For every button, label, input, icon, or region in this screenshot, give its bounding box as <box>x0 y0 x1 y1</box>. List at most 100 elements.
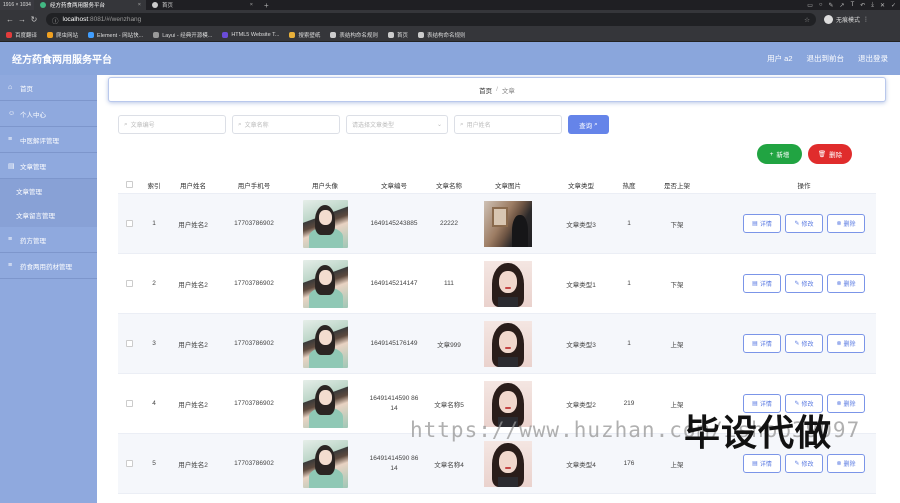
search-icon: ⌕ <box>124 120 128 128</box>
edit-button[interactable]: ✎ 修改 <box>785 214 823 233</box>
cell-index: 3 <box>152 340 156 347</box>
edit-button[interactable]: ✎ 修改 <box>785 454 823 473</box>
delete-button[interactable]: ⊗ 删除 <box>827 214 865 233</box>
table-row: 1 用户姓名2 17703786902 1649145243885 22222 文章类型3… <box>118 194 876 254</box>
sidebar-item-profile[interactable]: ☺ 个人中心 <box>0 101 97 127</box>
sidebar-subitem-comments[interactable]: 文章留言管理 <box>0 203 97 227</box>
browser-tab[interactable]: 首页 × <box>146 0 258 10</box>
edit-icon: ✎ <box>794 281 800 287</box>
sidebar-item-label: 个人中心 <box>20 111 46 119</box>
avatar[interactable] <box>302 439 348 488</box>
close-icon[interactable]: ✕ <box>880 2 885 9</box>
forward-icon[interactable]: → <box>16 15 28 24</box>
article-image[interactable] <box>484 440 532 487</box>
text-icon[interactable]: T <box>851 2 855 9</box>
bookmark-item[interactable]: 表结构命名规则 <box>330 31 378 39</box>
cell-ops: ▤ 详情 ✎ 修改 ⊗ 删除 <box>712 454 896 473</box>
bookmark-icon <box>222 32 229 38</box>
back-icon[interactable]: ← <box>4 15 16 24</box>
cell-avatar <box>290 379 360 428</box>
user-name-input[interactable]: ⌕ 用户姓名 <box>454 115 562 134</box>
detail-button[interactable]: ▤ 详情 <box>743 334 781 353</box>
cell-article-type: 文章类型3 <box>566 221 596 229</box>
address-bar-row: ← → ↻ ⓘ localhost :8081/#/wenzhang ☆ 无痕模… <box>0 10 900 29</box>
avatar[interactable] <box>302 379 348 428</box>
reload-icon[interactable]: ↻ <box>28 15 40 24</box>
delete-button[interactable]: ⊗ 删除 <box>827 394 865 413</box>
rectangle-icon[interactable]: ▭ <box>807 2 813 9</box>
bookmark-item[interactable]: HTML5 Website T... <box>222 32 279 38</box>
sidebar-item-prescriptions[interactable]: ≡ 药方管理 <box>0 227 97 253</box>
sidebar-subitem-articles[interactable]: 文章管理 <box>0 179 97 203</box>
edit-button[interactable]: ✎ 修改 <box>785 334 823 353</box>
breadcrumb-home[interactable]: 首页 <box>479 85 492 95</box>
arrow-icon[interactable]: ↗ <box>840 2 845 9</box>
row-checkbox[interactable] <box>118 340 140 347</box>
row-checkbox[interactable] <box>118 460 140 467</box>
url-input[interactable]: ⓘ localhost :8081/#/wenzhang ☆ <box>46 13 816 26</box>
cell-article-name: 111 <box>444 280 454 287</box>
delete-button[interactable]: ⊗ 删除 <box>827 454 865 473</box>
input-placeholder: 用户姓名 <box>466 123 491 129</box>
edit-icon: ✎ <box>794 461 800 467</box>
bookmark-item[interactable]: 表结构命名规则 <box>417 31 465 39</box>
article-image[interactable] <box>484 260 532 307</box>
delete-label: 删除 <box>843 282 856 288</box>
detail-button[interactable]: ▤ 详情 <box>743 274 781 293</box>
incognito-indicator[interactable]: 无痕模式 ⋮ <box>824 15 869 24</box>
sidebar-item-home[interactable]: ⌂ 首页 <box>0 75 97 101</box>
sidebar-item-articles[interactable]: ▤ 文章管理 <box>0 153 97 179</box>
new-tab-icon[interactable]: + <box>258 1 275 10</box>
detail-button[interactable]: ▤ 详情 <box>743 214 781 233</box>
undo-icon[interactable]: ↶ <box>860 2 865 9</box>
detail-button[interactable]: ▤ 详情 <box>743 454 781 473</box>
delete-button-label: 删除 <box>829 152 843 159</box>
bookmark-item[interactable]: Layui - 经典开源模... <box>153 31 212 39</box>
browser-tab-active[interactable]: 经方药食两用服务平台 × <box>33 0 146 10</box>
avatar[interactable] <box>302 259 348 308</box>
row-checkbox[interactable] <box>118 280 140 287</box>
sidebar-item-herbs[interactable]: ≡ 药食两用药材管理 <box>0 253 97 279</box>
bookmark-item[interactable]: 百度翻译 <box>6 31 37 39</box>
breadcrumb-separator: / <box>496 86 498 93</box>
edit-button[interactable]: ✎ 修改 <box>785 274 823 293</box>
cell-on-shelf: 下架 <box>670 221 684 229</box>
row-checkbox[interactable] <box>118 400 140 407</box>
circle-icon[interactable]: ○ <box>819 2 823 9</box>
check-icon[interactable]: ✓ <box>891 2 896 9</box>
bookmark-item[interactable]: Element - 网站快... <box>88 31 143 39</box>
row-checkbox[interactable] <box>118 220 140 227</box>
batch-delete-button[interactable]: 🗑 删除 <box>808 144 852 164</box>
close-icon[interactable]: × <box>138 2 141 8</box>
add-button[interactable]: + 新增 <box>757 144 802 164</box>
table-row: 2 用户姓名2 17703786902 1649145214147 111 文章类型1 1 下… <box>118 254 876 314</box>
close-icon[interactable]: × <box>250 2 253 8</box>
delete-button[interactable]: ⊗ 删除 <box>827 274 865 293</box>
avatar[interactable] <box>302 199 348 248</box>
article-no-input[interactable]: ⌕ 文章编号 <box>118 115 226 134</box>
bookmark-item[interactable]: 爬虫网站 <box>47 31 78 39</box>
sidebar-item-tcm[interactable]: ≡ 中医解评管理 <box>0 127 97 153</box>
delete-icon: ⊗ <box>836 281 842 287</box>
delete-button[interactable]: ⊗ 删除 <box>827 334 865 353</box>
star-icon[interactable]: ☆ <box>804 16 810 24</box>
article-type-select[interactable]: 请选择文章类型 ⌄ <box>346 115 448 134</box>
bookmark-icon <box>417 32 424 38</box>
article-name-input[interactable]: ⌕ 文章名称 <box>232 115 340 134</box>
bookmark-item[interactable]: 搜索壁纸 <box>289 31 320 39</box>
article-image[interactable] <box>484 320 532 367</box>
pen-icon[interactable]: ✎ <box>829 2 834 9</box>
select-all-checkbox[interactable] <box>118 181 140 188</box>
article-image[interactable] <box>484 200 532 247</box>
menu-icon[interactable]: ⋮ <box>863 16 869 23</box>
save-icon[interactable]: ⤓ <box>871 2 874 9</box>
list-icon: ≡ <box>8 262 13 269</box>
logout-link[interactable]: 退出登录 <box>858 53 888 64</box>
cell-avatar <box>290 439 360 488</box>
exit-frontend-link[interactable]: 退出到前台 <box>807 53 845 64</box>
avatar[interactable] <box>302 319 348 368</box>
bookmark-item[interactable]: 首页 <box>387 31 408 39</box>
cell-phone: 17703786902 <box>234 400 274 407</box>
info-icon[interactable]: ⓘ <box>52 15 59 25</box>
search-button[interactable]: 查询 ⌕ <box>568 115 609 134</box>
